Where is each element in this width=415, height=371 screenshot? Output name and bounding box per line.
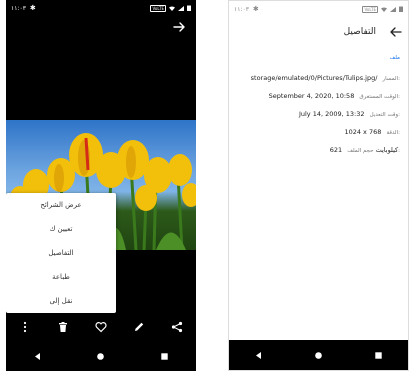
back-arrow-icon[interactable]	[390, 26, 402, 38]
volte-badge: VoLTE	[150, 4, 166, 12]
battery-icon	[187, 5, 191, 11]
detail-label: الدقة:	[386, 130, 400, 136]
menu-item-print[interactable]: طباعة	[6, 265, 116, 289]
gallery-viewer-screen: ١١:٠٣ ✱ VoLTE عرض الشرائح تعيين ك التفاص…	[6, 0, 196, 371]
status-time: ١١:٠٣	[234, 5, 249, 13]
nav-back-icon[interactable]	[254, 351, 263, 360]
detail-value: 1024 x 768	[344, 128, 382, 136]
detail-label: المسار:	[382, 76, 400, 82]
wifi-icon	[169, 6, 175, 11]
nav-recents-icon[interactable]	[374, 351, 383, 360]
detail-row-modified: July 14, 2009, 13:32 وقت التعديل:	[230, 109, 400, 127]
detail-row-taken: September 4, 2020, 10:58 الوقت المستغرق:	[230, 91, 400, 109]
detail-value: July 14, 2009, 13:32	[298, 110, 365, 118]
heart-icon[interactable]	[95, 321, 107, 333]
menu-item-set-as[interactable]: تعيين ك	[6, 217, 116, 241]
detail-value: September 4, 2020, 10:58	[268, 92, 355, 100]
nav-back-icon[interactable]	[33, 352, 42, 361]
photo-action-bar	[6, 315, 196, 339]
volte-badge: VoLTE	[362, 5, 378, 13]
more-vert-icon[interactable]	[19, 321, 31, 333]
detail-row-resolution: 1024 x 768 الدقة:	[230, 127, 400, 145]
nav-recents-icon[interactable]	[160, 352, 169, 361]
edit-icon[interactable]	[133, 321, 145, 333]
status-bar: ١١:٠٣ ✱ VoLTE	[6, 0, 196, 16]
details-list: storage/emulated/0/Pictures/Tulips.jpg/ …	[230, 73, 400, 163]
delete-icon[interactable]	[57, 321, 69, 333]
page-title: التفاصيل	[343, 27, 376, 37]
share-icon[interactable]	[171, 321, 183, 333]
detail-label: الوقت المستغرق:	[359, 94, 400, 100]
system-nav-bar	[6, 341, 196, 371]
overflow-menu: عرض الشرائح تعيين ك التفاصيل طباعة نقل إ…	[6, 193, 116, 313]
detail-row-file-size: 621 كيلوبايت حجم الملف:	[230, 145, 400, 163]
details-screen: ١١:٠٣ ✱ VoLTE التفاصيل ملف storage/emula…	[228, 0, 409, 371]
detail-label: وقت التعديل:	[369, 112, 400, 118]
details-app-bar: التفاصيل	[229, 19, 408, 45]
signal-icon	[178, 5, 184, 11]
settings-gear-icon: ✱	[29, 3, 36, 12]
settings-gear-icon: ✱	[252, 4, 259, 13]
signal-icon	[390, 6, 396, 12]
menu-item-slideshow[interactable]: عرض الشرائح	[6, 193, 116, 217]
wifi-icon	[381, 7, 387, 12]
status-time: ١١:٠٣	[11, 4, 26, 12]
system-nav-bar	[229, 340, 408, 370]
menu-item-move-to[interactable]: نقل إلى	[6, 289, 116, 313]
nav-home-icon[interactable]	[314, 351, 323, 360]
detail-row-path: storage/emulated/0/Pictures/Tulips.jpg/ …	[230, 73, 400, 91]
forward-arrow-icon[interactable]	[172, 20, 186, 34]
menu-item-details[interactable]: التفاصيل	[6, 241, 116, 265]
status-bar: ١١:٠٣ ✱ VoLTE	[229, 1, 408, 17]
detail-value: storage/emulated/0/Pictures/Tulips.jpg/	[250, 74, 378, 82]
nav-home-icon[interactable]	[96, 352, 105, 361]
battery-icon	[399, 6, 403, 12]
section-label-file: ملف	[389, 55, 400, 61]
